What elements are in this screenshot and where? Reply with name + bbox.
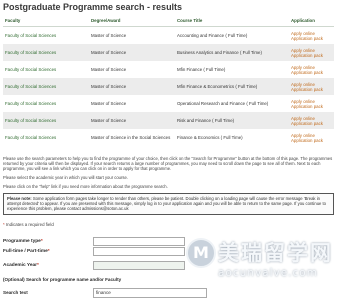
degree-cell: Master of Science <box>89 61 175 78</box>
faculty-cell[interactable]: Faculty of Social Sciences <box>3 78 89 95</box>
table-row: Faculty of Social Sciences Master of Sci… <box>3 61 334 78</box>
required-star: * <box>40 239 43 244</box>
course-cell[interactable]: Finance & Economics ( Full Time) <box>175 129 289 146</box>
watermark-logo-letter: M <box>193 243 209 262</box>
header-degree: Degree/Award <box>89 16 175 27</box>
required-star: * <box>37 263 39 268</box>
table-row: Faculty of Social Sciences Master of Sci… <box>3 26 334 44</box>
optional-search-label: (Optional) Search for programme name and… <box>3 277 122 282</box>
required-star: * <box>47 249 50 254</box>
header-application: Application <box>289 16 334 27</box>
academic-year-label: Academic Year* <box>3 263 39 268</box>
course-cell[interactable]: Accounting and Finance ( Full Time) <box>175 26 289 44</box>
course-cell[interactable]: Operational Research and Finance ( Full … <box>175 95 289 112</box>
apply-link[interactable]: Apply online Application pack <box>289 44 334 61</box>
required-note: * Indicates a required field <box>3 222 54 227</box>
course-cell[interactable]: Business Analytics and Finance ( Full Ti… <box>175 44 289 61</box>
faculty-cell[interactable]: Faculty of Social Sciences <box>3 95 89 112</box>
apply-link[interactable]: Apply online Application pack <box>289 129 334 146</box>
programme-type-label-text: Programme type <box>3 239 41 244</box>
faculty-cell[interactable]: Faculty of Social Sciences <box>3 26 89 44</box>
table-row: Faculty of Social Sciences Master of Sci… <box>3 44 334 61</box>
instructions-paragraph: Please use the search parameters to help… <box>3 156 333 172</box>
apply-link[interactable]: Apply online Application pack <box>289 112 334 129</box>
faculty-cell[interactable]: Faculty of Social Sciences <box>3 44 89 61</box>
page-title: Postgraduate Programme search - results <box>3 2 183 12</box>
mode-label: Full-time / Part-time* <box>3 249 50 254</box>
course-cell[interactable]: Risk and Finance ( Full Time) <box>175 112 289 129</box>
mode-label-text: Full-time / Part-time <box>3 249 48 254</box>
table-row: Faculty of Social Sciences Master of Sci… <box>3 78 334 95</box>
apply-link[interactable]: Apply online Application pack <box>289 61 334 78</box>
apply-link[interactable]: Apply online Application pack <box>289 95 334 112</box>
degree-cell: Master of Science <box>89 95 175 112</box>
table-row: Faculty of Social Sciences Master of Sci… <box>3 129 334 146</box>
table-row: Faculty of Social Sciences Master of Sci… <box>3 95 334 112</box>
notice-text: Some application form pages take longer … <box>7 196 327 212</box>
search-text-input[interactable]: finance <box>93 288 207 298</box>
course-cell[interactable]: Mfin Finance & Econometrics ( Full Time) <box>175 78 289 95</box>
watermark: M 美瑞留学网 aocunvalve.com <box>186 236 336 286</box>
degree-cell: Master of Science <box>89 26 175 44</box>
table-row: Faculty of Social Sciences Master of Sci… <box>3 112 334 129</box>
table-header-row: Faculty Degree/Award Course Title Applic… <box>3 16 334 27</box>
course-cell[interactable]: Mfin Finance ( Full Time) <box>175 61 289 78</box>
watermark-chinese-text: 美瑞留学网 <box>218 241 333 265</box>
degree-cell: Master of Science in the Social Sciences <box>89 129 175 146</box>
required-star: * <box>3 222 5 227</box>
degree-cell: Master of Science <box>89 44 175 61</box>
watermark-url-text: aocunvalve.com <box>218 267 318 279</box>
mode-select[interactable] <box>93 247 185 256</box>
academic-year-instruction: Please select the academic year in which… <box>3 175 128 180</box>
faculty-cell[interactable]: Faculty of Social Sciences <box>3 112 89 129</box>
faculty-cell[interactable]: Faculty of Social Sciences <box>3 129 89 146</box>
search-text-label: Search text <box>3 290 28 295</box>
help-instruction: Please click on the "help" link if you n… <box>3 184 168 189</box>
degree-cell: Master of Science <box>89 112 175 129</box>
header-faculty: Faculty <box>3 16 89 27</box>
programme-type-select[interactable] <box>93 237 185 246</box>
header-course: Course Title <box>175 16 289 27</box>
academic-year-label-text: Academic Year <box>3 263 38 268</box>
apply-link[interactable]: Apply online Application pack <box>289 26 334 44</box>
faculty-cell[interactable]: Faculty of Social Sciences <box>3 61 89 78</box>
notice-box: Please note: Some application form pages… <box>3 193 334 215</box>
results-table: Faculty Degree/Award Course Title Applic… <box>3 16 334 146</box>
required-note-text: Indicates a required field <box>5 222 54 227</box>
apply-link[interactable]: Apply online Application pack <box>289 78 334 95</box>
watermark-logo-icon: M <box>186 238 216 268</box>
academic-year-select[interactable] <box>93 261 185 270</box>
degree-cell: Master of Science <box>89 78 175 95</box>
programme-type-label: Programme type* <box>3 239 43 244</box>
